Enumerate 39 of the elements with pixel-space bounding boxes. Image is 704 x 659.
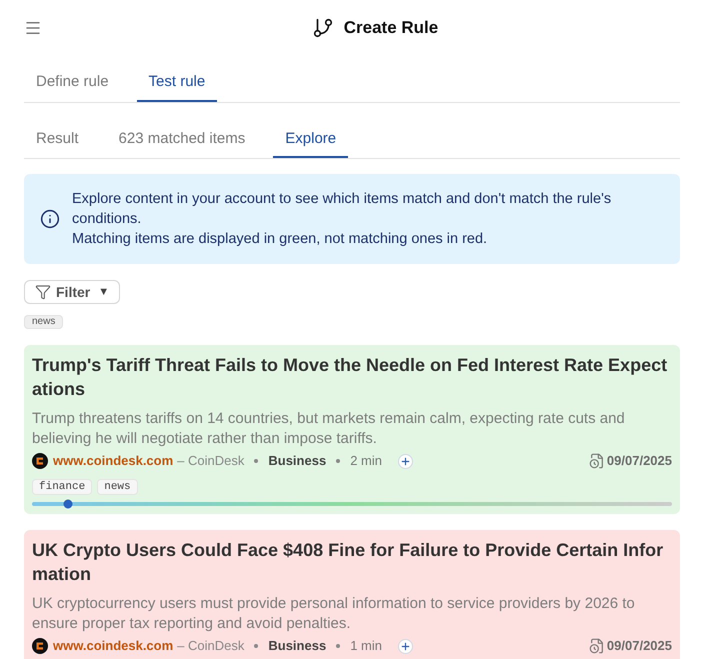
article-title[interactable]: Trump's Tariff Threat Fails to Move the Needle on Fed Interest Rate Expectations [32,353,672,401]
score-marker[interactable] [63,500,72,508]
article-description: Trump threatens tariffs on 14 countries, but markets remain calm, expecting rate cuts and believing he will negotiate rather than impose tariffs. [32,409,626,449]
filter-tag[interactable]: news [24,315,64,329]
source-link[interactable]: www.coindesk.com [53,451,174,471]
document-icon [588,453,605,469]
source-name: – CoinDesk [177,452,244,470]
filter-button[interactable]: Filter ▼ [24,280,120,304]
article-date: 09/07/2025 [606,452,672,470]
article-description: UK cryptocurrency users must provide personal information to service providers by 2026 to ensure proper tax reporting and avoid penalties. [32,594,636,634]
source-name: – CoinDesk [177,637,244,656]
tab[interactable]: Result [24,119,91,158]
category-label: Business [268,452,326,470]
tab[interactable]: Test rule [136,64,218,102]
plus-icon [400,640,411,652]
logo-icon [32,638,48,654]
read-time: 2 min [350,452,382,470]
plus-icon [400,456,411,466]
tab[interactable]: Explore [273,119,348,158]
branch-icon [312,16,334,40]
add-button[interactable] [398,454,413,468]
info-text: Explore content in your account to see which items match and don't match the rule's conditions. [72,190,612,229]
logo-icon [32,453,48,469]
tag[interactable]: finance [32,479,92,495]
source-link[interactable]: www.coindesk.com [53,636,174,656]
document-icon [588,638,605,654]
tab[interactable]: 623 matched items [106,119,258,158]
info-text: Matching items are displayed in green, not matching ones in red. [72,230,488,249]
read-time: 1 min [350,637,382,656]
tag[interactable]: news [97,479,138,495]
article-title[interactable]: UK Crypto Users Could Face $408 Fine for Failure to Provide Certain Information [32,538,672,586]
page-title: Create Rule [344,17,438,40]
add-button[interactable] [398,638,413,654]
menu-icon[interactable] [24,19,42,37]
info-icon [40,209,60,229]
article-date: 09/07/2025 [606,637,672,656]
category-label: Business [268,637,326,656]
tab[interactable]: Define rule [24,64,121,102]
filter-icon [35,284,51,300]
